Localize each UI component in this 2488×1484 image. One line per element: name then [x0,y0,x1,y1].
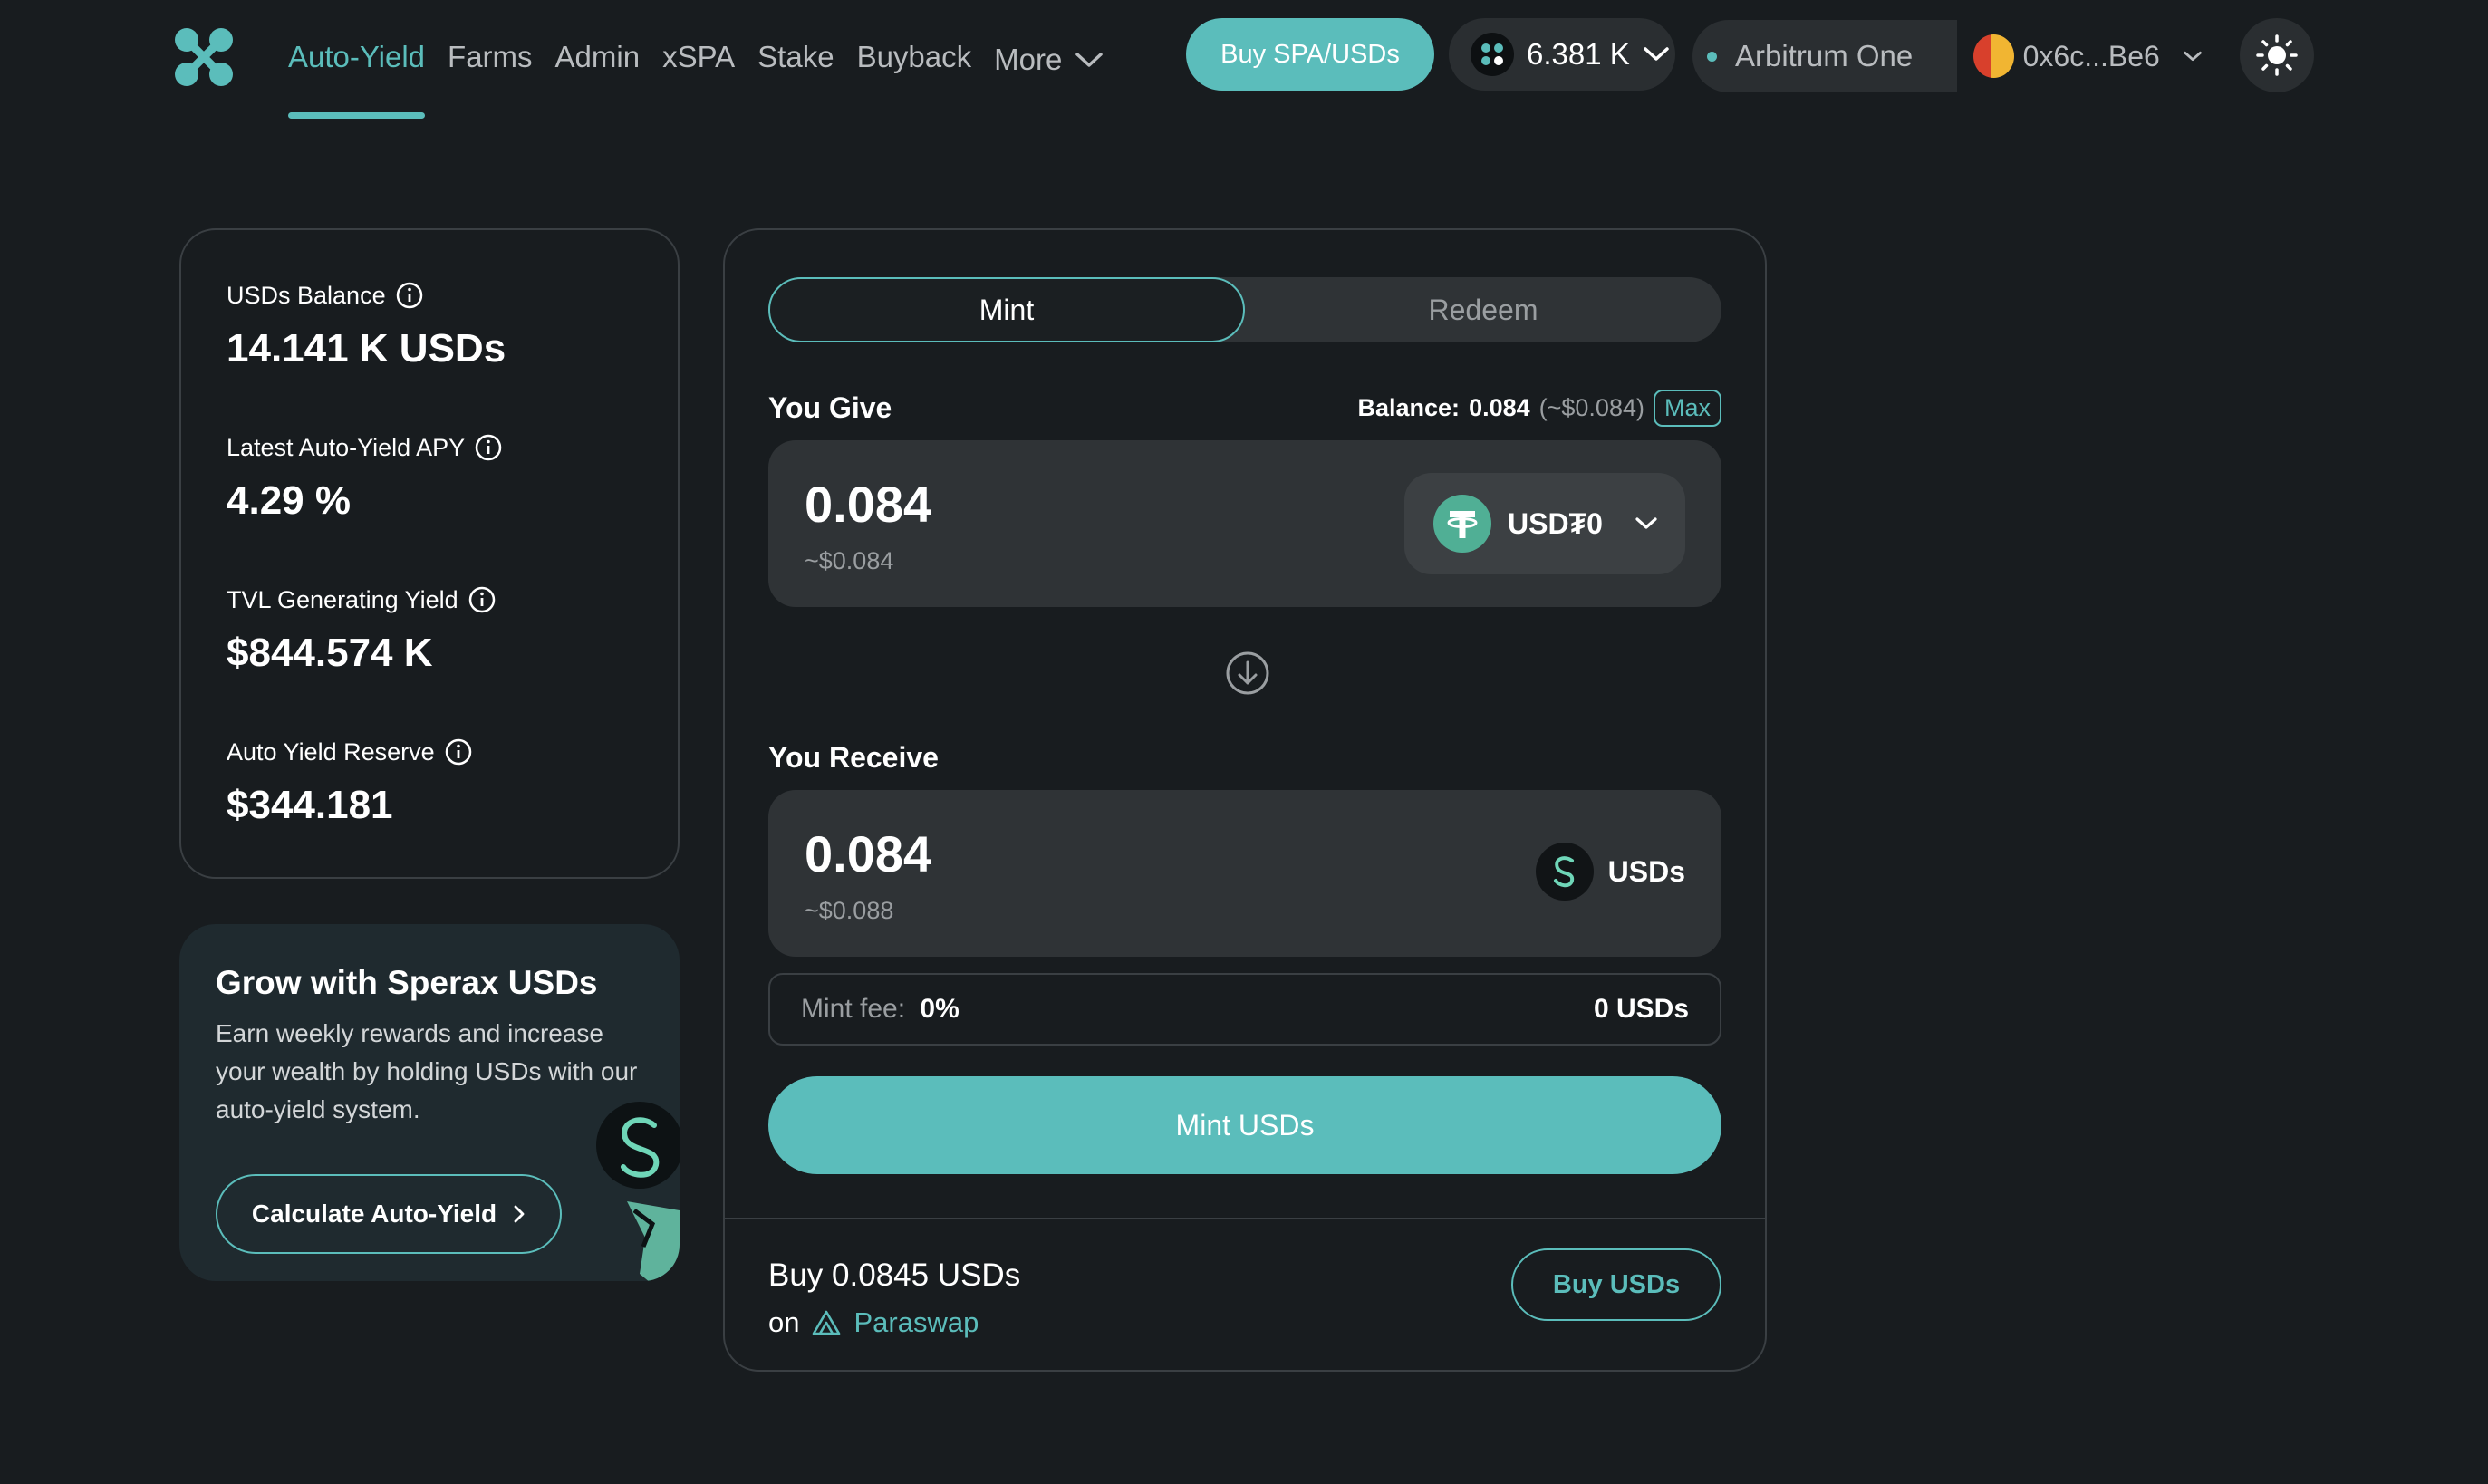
promo-card: Grow with Sperax USDs Earn weekly reward… [179,924,680,1281]
receive-token-name: USDs [1607,854,1685,888]
nav-item-auto-yield[interactable]: Auto-Yield [288,33,426,119]
chevron-right-icon [514,1205,525,1223]
calculate-auto-yield-label: Calculate Auto-Yield [251,1200,497,1228]
mint-fee-value: 0% [920,994,960,1024]
give-amount-input[interactable]: 0.084 [805,475,931,534]
stat-label: Auto Yield Reserve [227,736,678,768]
info-icon[interactable] [468,585,497,614]
mint-fee-label: Mint fee: [801,994,906,1024]
stat-value: $844.574 K [227,631,433,675]
wallet-avatar [1973,34,2014,78]
info-icon[interactable] [444,737,473,766]
buy-spa-usds-button[interactable]: Buy SPA/USDs [1186,18,1434,91]
mint-fee-amount: 0 USDs [1593,994,1689,1024]
promo-title: Grow with Sperax USDs [216,964,598,1001]
mint-usds-button[interactable]: Mint USDs [768,1076,1721,1174]
stat-label-text: Auto Yield Reserve [227,737,435,766]
spa-balance-value: 6.381 K [1527,37,1630,71]
spa-token-icon [1471,33,1514,76]
network-selector[interactable]: Arbitrum One [1692,20,1957,92]
mint-fee-row: Mint fee: 0% 0 USDs [768,973,1721,1046]
balance-value: 0.084 [1469,394,1530,421]
stat-label: TVL Generating Yield [227,583,678,616]
chevron-down-icon [1075,53,1104,67]
mint-redeem-tabs: Mint Redeem [768,277,1721,342]
stat-label: USDs Balance [227,279,678,312]
you-receive-label: You Receive [768,741,939,774]
stat-label-text: USDs Balance [227,281,386,309]
stat-label-text: TVL Generating Yield [227,585,458,613]
info-icon[interactable] [395,281,424,310]
divider [725,1218,1765,1219]
nav-more-label: More [994,43,1063,76]
receive-token: USDs [1535,843,1685,901]
network-status-dot [1707,51,1717,62]
mint-redeem-card: Mint Redeem You Give Balance: 0.084 (~$0… [723,228,1767,1372]
tab-mint[interactable]: Mint [768,277,1245,342]
paraswap-logo-icon [813,1310,841,1335]
balance-usd: (~$0.084) [1538,394,1644,421]
chevron-down-icon [1635,517,1657,529]
give-amount-box: 0.084 ~$0.084 USD₮0 [768,440,1721,607]
nav-item-buyback[interactable]: Buyback [857,33,972,87]
stat-value: 14.141 K USDs [227,326,506,371]
give-amount-usd: ~$0.084 [805,547,894,574]
buy-usds-button[interactable]: Buy USDs [1511,1248,1721,1321]
top-nav-bar: Auto-Yield Farms Admin xSPA Stake Buybac… [0,0,2488,127]
arrow-down-circle-icon[interactable] [1225,650,1270,696]
chevron-down-icon [1644,47,1669,61]
usds-token-icon [1535,843,1594,901]
balance-label: Balance: [1357,394,1461,421]
wallet-address: 0x6c...Be6 [2022,39,2160,72]
sun-icon [2256,34,2298,76]
receive-amount-value: 0.084 [805,825,932,882]
sperax-logo-icon[interactable] [172,25,236,89]
calculate-auto-yield-button[interactable]: Calculate Auto-Yield [216,1174,562,1254]
usds-mascot-illustration [596,1102,680,1281]
info-icon[interactable] [474,433,503,462]
nav-item-stake[interactable]: Stake [757,33,834,87]
stats-card: USDs Balance 14.141 K USDs Latest Auto-Y… [179,228,680,879]
stat-value: 4.29 % [227,478,351,523]
network-name: Arbitrum One [1735,39,1914,72]
stat-tvl: TVL Generating Yield $844.574 K [227,583,678,736]
paraswap-link[interactable]: Paraswap [853,1299,979,1346]
theme-toggle-button[interactable] [2240,18,2314,92]
stat-usds-balance: USDs Balance 14.141 K USDs [227,279,678,431]
main-nav: Auto-Yield Farms Admin xSPA Stake Buybac… [288,33,1126,119]
stat-label-text: Latest Auto-Yield APY [227,433,466,461]
nav-item-farms[interactable]: Farms [448,33,533,87]
usdt-token-icon [1433,495,1491,553]
give-token-selector[interactable]: USD₮0 [1404,473,1685,574]
stat-reserve: Auto Yield Reserve $344.181 [227,736,678,888]
nav-item-admin[interactable]: Admin [555,33,641,87]
buy-usds-info: Buy 0.0845 USDs on Paraswap [768,1252,1020,1346]
wallet-dropdown[interactable]: 0x6c...Be6 [1959,20,2204,92]
stat-apy: Latest Auto-Yield APY 4.29 % [227,431,678,583]
balance-row: Balance: 0.084 (~$0.084) Max [1357,390,1721,427]
spa-balance-dropdown[interactable]: 6.381 K [1449,18,1675,91]
receive-amount-usd: ~$0.088 [805,897,894,924]
buy-source-row: on Paraswap [768,1299,1020,1346]
nav-item-more[interactable]: More [994,33,1104,87]
receive-amount-box: 0.084 ~$0.088 USDs [768,790,1721,957]
stat-label: Latest Auto-Yield APY [227,431,678,464]
nav-item-xspa[interactable]: xSPA [662,33,735,87]
buy-usds-amount: Buy 0.0845 USDs [768,1258,1021,1293]
you-give-label: You Give [768,391,892,424]
tab-redeem[interactable]: Redeem [1245,277,1721,342]
promo-text: Earn weekly rewards and increase your we… [216,1019,638,1123]
chevron-down-icon [2184,51,2202,62]
stat-value: $344.181 [227,783,393,827]
buy-on-label: on [768,1306,800,1338]
give-token-name: USD₮0 [1508,506,1603,540]
max-button[interactable]: Max [1653,390,1721,427]
